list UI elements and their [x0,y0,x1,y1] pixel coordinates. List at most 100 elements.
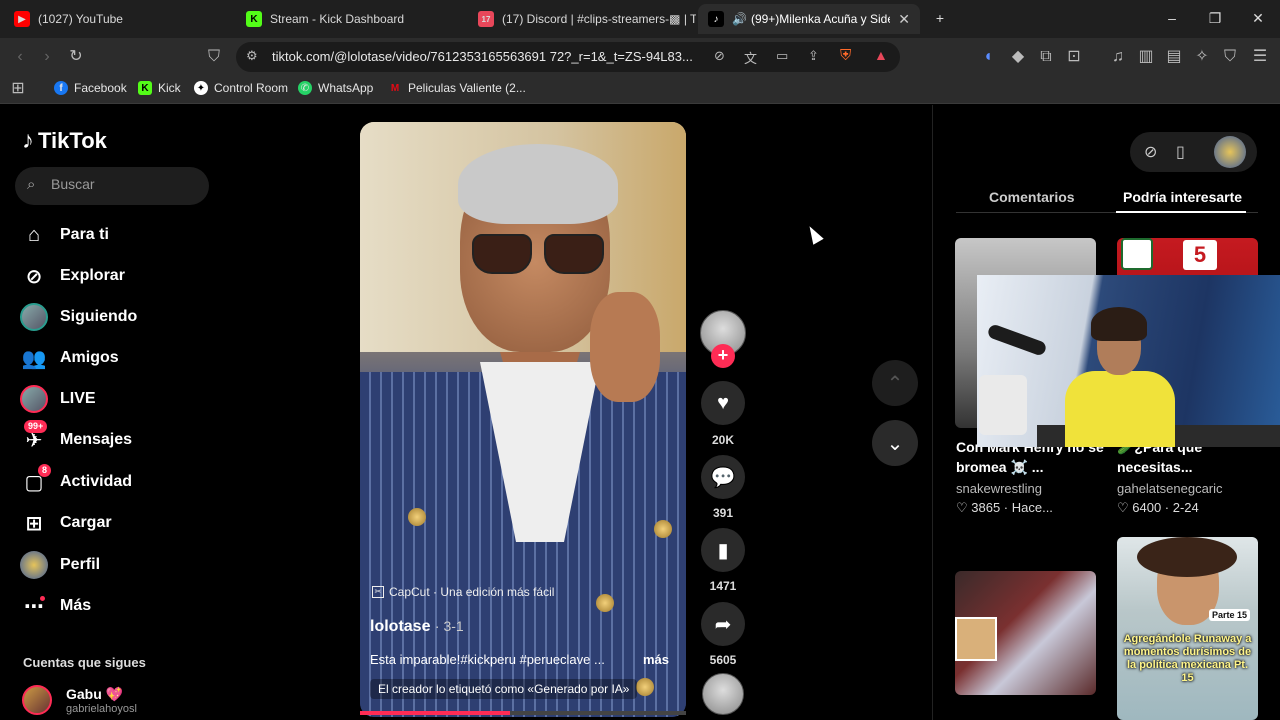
nav-live[interactable]: LIVE [18,383,96,415]
nav-explorar[interactable]: ⊘ Explorar [18,260,125,292]
tab-kick[interactable]: K Stream - Kick Dashboard [236,4,464,34]
screen-icon[interactable]: ▭ [776,48,788,64]
share-icon: ➦ [714,613,732,636]
tab-tiktok[interactable]: ♪ 🔊 (99+)Milenka Acuña y Sideral ✕ [698,4,920,34]
discord-icon: 17 [478,11,494,27]
active-tab-indicator [1116,211,1246,213]
video-frame [654,520,672,538]
vpn-icon[interactable]: ⛉ [1220,47,1240,67]
share-button[interactable]: ➦ [701,602,745,646]
video-frame [596,594,614,612]
brave-shield-icon[interactable]: ⛨ [840,47,851,64]
capcut-text: CapCut · Una edición más fácil [389,585,555,599]
leo-icon[interactable]: ✧ [1192,47,1212,67]
kick-icon: K [138,81,152,95]
messages-badge: 99+ [24,420,48,433]
bookmark-kick[interactable]: K Kick [138,81,181,95]
maximize-icon[interactable]: ❐ [1205,8,1225,28]
share-icon[interactable]: ⇪ [808,48,819,64]
apps-grid-icon[interactable]: ⊞ [8,79,28,99]
video-frame [408,508,426,526]
minimize-icon[interactable]: – [1162,8,1182,28]
video-date: · 3-1 [434,618,464,634]
wallet-card-icon[interactable]: ▤ [1164,47,1184,67]
nav-perfil[interactable]: Perfil [18,549,100,581]
card-username[interactable]: snakewrestling [956,481,1042,496]
search-box[interactable]: ⌕ [15,167,209,205]
tab-youtube[interactable]: ▶ (1027) YouTube [4,4,232,34]
share-count: 5605 [709,653,737,667]
cast-icon[interactable]: ⊘ [714,48,725,64]
brave-rewards-icon[interactable]: ▲ [874,47,888,63]
bookmark-label: WhatsApp [318,81,374,95]
follow-plus-icon[interactable]: + [711,344,735,368]
extensions-icon[interactable]: ⧉ [1036,47,1056,67]
like-button[interactable]: ♥ [701,381,745,425]
wallet-icon[interactable]: ◆ [1008,47,1028,67]
tab-search-icon[interactable]: ⊡ [1064,47,1084,67]
card-username[interactable]: gahelatsenegcaric [1117,481,1223,496]
search-input[interactable] [51,176,201,192]
nav-label: Más [60,597,92,614]
facebook-icon: f [54,81,68,95]
save-button[interactable]: ▮ [701,528,745,572]
site-settings-icon[interactable]: ⚙ [246,48,258,64]
bookmark-label: Facebook [74,81,127,95]
bookmark-facebook[interactable]: f Facebook [54,81,127,95]
capcut-label[interactable]: ✂ CapCut · Una edición más fácil [372,585,554,599]
previous-video-button[interactable]: ⌃ [872,360,918,406]
sound-avatar[interactable] [702,673,744,715]
bookmark-icon: ▮ [717,539,729,562]
followed-account[interactable]: Gabu 💖 gabrielahoyosl [22,685,137,715]
tab-title: Stream - Kick Dashboard [270,12,405,26]
friends-icon: 👥 [21,347,47,370]
nav-cargar[interactable]: ⊞ Cargar [18,507,112,539]
profile-avatar[interactable] [1214,136,1246,168]
bookmark-icon[interactable]: ⛉ [204,47,224,67]
audio-icon[interactable]: ◖ [978,47,998,67]
reload-icon[interactable]: ↻ [66,47,86,67]
tab-discord[interactable]: 17 (17) Discord | #clips-streamers-▩ | T [468,4,696,34]
nav-para-ti[interactable]: ⌂ Para ti [18,219,109,251]
browser-tab-bar: ▶ (1027) YouTube K Stream - Kick Dashboa… [0,0,1280,38]
video-progress-bar[interactable] [360,711,686,715]
sidebar-icon[interactable]: ▥ [1136,47,1156,67]
compass-icon[interactable]: ⊘ [1144,142,1157,162]
tab-podria-interesarte[interactable]: Podría interesarte [1123,189,1242,205]
nav-mensajes[interactable]: ✈ 99+ Mensajes [18,420,132,456]
save-count: 1471 [709,579,737,593]
suggested-video-card[interactable] [955,571,1096,695]
tiktok-logo[interactable]: ♪ TikTok [22,127,107,155]
device-icon[interactable]: ▯ [1176,142,1185,162]
bookmark-peliculas[interactable]: M Peliculas Valiente (2... [388,81,526,95]
nav-siguiendo[interactable]: Siguiendo [18,301,137,333]
webcam-overlay [1065,371,1175,447]
control-room-icon: ✦ [194,81,208,95]
video-author[interactable]: lolotase · 3-1 [370,618,464,636]
card-meta: ♡ 6400 · 2-24 [1117,500,1199,515]
nav-mas[interactable]: ⋯ Más [18,590,91,622]
menu-icon[interactable]: ☰ [1250,47,1270,67]
new-tab-button[interactable]: + [930,8,950,28]
suggested-video-card[interactable]: Parte 15 Agregándole Runaway a momentos … [1117,537,1258,720]
nav-amigos[interactable]: 👥 Amigos [18,342,119,374]
capcut-icon: ✂ [372,586,384,598]
tab-title: (99+)Milenka Acuña y Sideral [750,12,890,26]
webcam-overlay [979,375,1027,435]
nav-actividad[interactable]: ▢ 8 Actividad [18,464,132,498]
close-icon[interactable]: ✕ [898,11,910,28]
bookmark-control-room[interactable]: ✦ Control Room [194,81,288,95]
bookmark-label: Peliculas Valiente (2... [408,81,526,95]
bookmark-whatsapp[interactable]: ✆ WhatsApp [298,81,373,95]
thumbnail-person [1137,537,1237,577]
back-icon[interactable]: ‹ [10,47,30,67]
tab-comentarios[interactable]: Comentarios [989,189,1075,205]
more-button[interactable]: más [643,652,669,667]
music-icon[interactable]: ♫ [1108,47,1128,67]
close-window-icon[interactable]: ✕ [1248,8,1268,28]
comment-button[interactable]: 💬 [701,455,745,499]
forward-icon[interactable]: › [37,47,57,67]
address-bar[interactable]: ⚙ tiktok.com/@lolotase/video/76123531655… [236,42,900,72]
translate-icon[interactable]: 文 [744,48,757,67]
next-video-button[interactable]: ⌄ [872,420,918,466]
